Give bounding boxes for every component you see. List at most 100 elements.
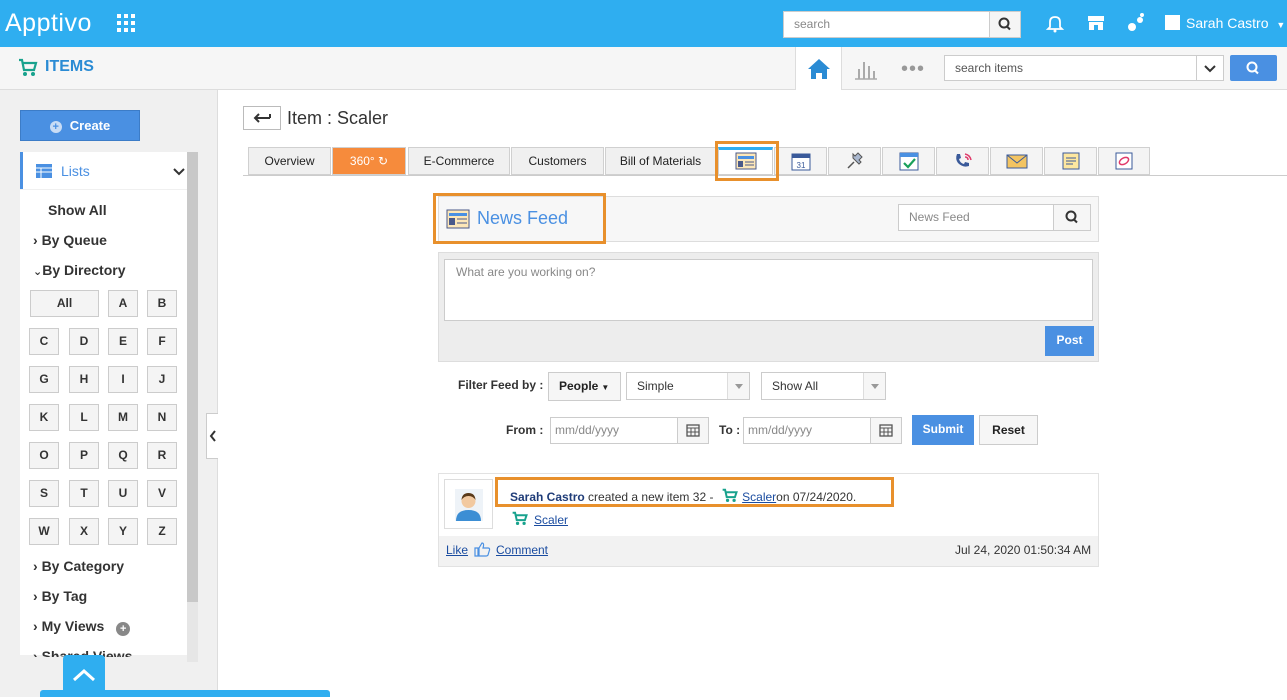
letter-filter-g[interactable]: G [29,366,59,393]
tab-360-label: 360° [349,154,375,168]
from-calendar-button[interactable] [677,417,709,444]
tab-calendar[interactable]: 31 [774,147,827,175]
news-feed-search-input[interactable]: News Feed [898,204,1054,231]
more-icon[interactable]: ••• [901,58,925,81]
refresh-icon: ↻ [374,154,389,168]
caret-down-icon: ▼ [1276,20,1286,30]
by-directory-label: By Directory [42,262,126,278]
feed-type-value: Simple [637,379,674,393]
sidebar-item-by-directory[interactable]: ⌄By Directory [33,262,125,278]
cart-icon [512,511,528,526]
chevron-down-icon [173,168,185,176]
app-title[interactable]: ITEMS [45,58,94,76]
feed-scope-select[interactable]: Show All [761,372,886,400]
to-date-input[interactable]: mm/dd/yyyy [743,417,871,444]
letter-filter-n[interactable]: N [147,404,177,431]
submit-button[interactable]: Submit [912,415,974,445]
letter-filter-i[interactable]: I [108,366,138,393]
letter-filter-x[interactable]: X [69,518,99,545]
letter-filter-a[interactable]: A [108,290,138,317]
store-icon[interactable] [1085,12,1107,34]
phone-icon [955,153,972,167]
user-menu[interactable]: Sarah Castro ▼ [1165,15,1285,31]
letter-filter-m[interactable]: M [108,404,138,431]
post-button[interactable]: Post [1045,326,1094,356]
tab-bill-of-materials[interactable]: Bill of Materials [605,147,716,175]
letter-filter-v[interactable]: V [147,480,177,507]
to-calendar-button[interactable] [870,417,902,444]
add-view-icon[interactable]: + [116,622,131,636]
tab-emails[interactable] [990,147,1043,175]
letter-filter-b[interactable]: B [147,290,177,317]
svg-text:31: 31 [796,161,805,170]
news-feed-search-button[interactable] [1053,204,1091,231]
tab-e-commerce[interactable]: E-Commerce [408,147,510,175]
my-views-label: My Views [41,618,105,634]
letter-filter-f[interactable]: F [147,328,177,355]
thumbs-up-icon[interactable] [474,541,491,557]
app-subheader: ITEMS ••• search items [0,47,1287,90]
letter-filter-d[interactable]: D [69,328,99,355]
lists-toggle[interactable]: Lists [20,152,187,189]
feed-type-select[interactable]: Simple [626,372,750,400]
letter-filter-l[interactable]: L [69,404,99,431]
global-search-input[interactable]: search [783,11,990,38]
sidebar-item-show-all[interactable]: Show All [48,202,107,218]
letter-filter-y[interactable]: Y [108,518,138,545]
home-button[interactable] [795,47,842,90]
tab-customers[interactable]: Customers [511,147,604,175]
chevron-right-icon: › [33,588,42,604]
chevron-down-icon: ⌄ [33,266,43,278]
bottom-dock-bar[interactable] [40,690,330,697]
people-dropdown[interactable]: People ▼ [548,372,621,401]
letter-filter-h[interactable]: H [69,366,99,393]
tab-overview[interactable]: Overview [248,147,331,175]
from-date-input[interactable]: mm/dd/yyyy [550,417,678,444]
sidebar-item-by-queue[interactable]: › By Queue [33,232,107,248]
letter-filter-o[interactable]: O [29,442,59,469]
letter-filter-all[interactable]: All [30,290,99,317]
apps-grid-icon[interactable] [117,14,135,32]
tab-tasks[interactable] [882,147,935,175]
tab-notes[interactable] [828,147,881,175]
sidebar-item-my-views[interactable]: › My Views + [33,618,131,636]
sidebar-item-by-tag[interactable]: › By Tag [33,588,87,604]
collapse-sidebar-button[interactable] [206,413,218,459]
letter-filter-s[interactable]: S [29,480,59,507]
bar-chart-icon[interactable] [853,57,879,81]
search-items-input[interactable]: search items [944,55,1197,81]
letter-filter-z[interactable]: Z [147,518,177,545]
tab-360[interactable]: 360° ↻ [332,147,406,175]
tab-calls[interactable] [936,147,989,175]
letter-filter-c[interactable]: C [29,328,59,355]
letter-filter-k[interactable]: K [29,404,59,431]
tab-follow-ups[interactable] [1044,147,1097,175]
chevron-right-icon: › [33,648,42,657]
bell-icon[interactable] [1044,12,1066,34]
letter-filter-t[interactable]: T [69,480,99,507]
search-items-button[interactable] [1230,55,1277,81]
letter-filter-j[interactable]: J [147,366,177,393]
tab-attachments[interactable] [1098,147,1150,175]
letter-filter-r[interactable]: R [147,442,177,469]
post-textarea[interactable]: What are you working on? [444,259,1093,321]
calendar-icon [879,424,893,437]
feed-sub-item-link[interactable]: Scaler [534,513,568,527]
letter-filter-q[interactable]: Q [108,442,138,469]
sidebar-item-by-category[interactable]: › By Category [33,558,124,574]
reset-button[interactable]: Reset [979,415,1038,445]
back-button[interactable] [243,106,281,130]
global-search-button[interactable] [989,11,1021,38]
letter-filter-p[interactable]: P [69,442,99,469]
sidebar-scrollbar-thumb[interactable] [187,152,198,602]
letter-filter-e[interactable]: E [108,328,138,355]
connections-icon[interactable] [1125,12,1147,34]
search-items-dropdown[interactable] [1196,55,1224,81]
avatar[interactable] [444,479,493,529]
apptivo-logo[interactable]: Apptivo [5,9,92,38]
like-link[interactable]: Like [446,543,468,557]
letter-filter-u[interactable]: U [108,480,138,507]
create-button[interactable]: + Create [20,110,140,141]
letter-filter-w[interactable]: W [29,518,59,545]
comment-link[interactable]: Comment [496,543,548,557]
